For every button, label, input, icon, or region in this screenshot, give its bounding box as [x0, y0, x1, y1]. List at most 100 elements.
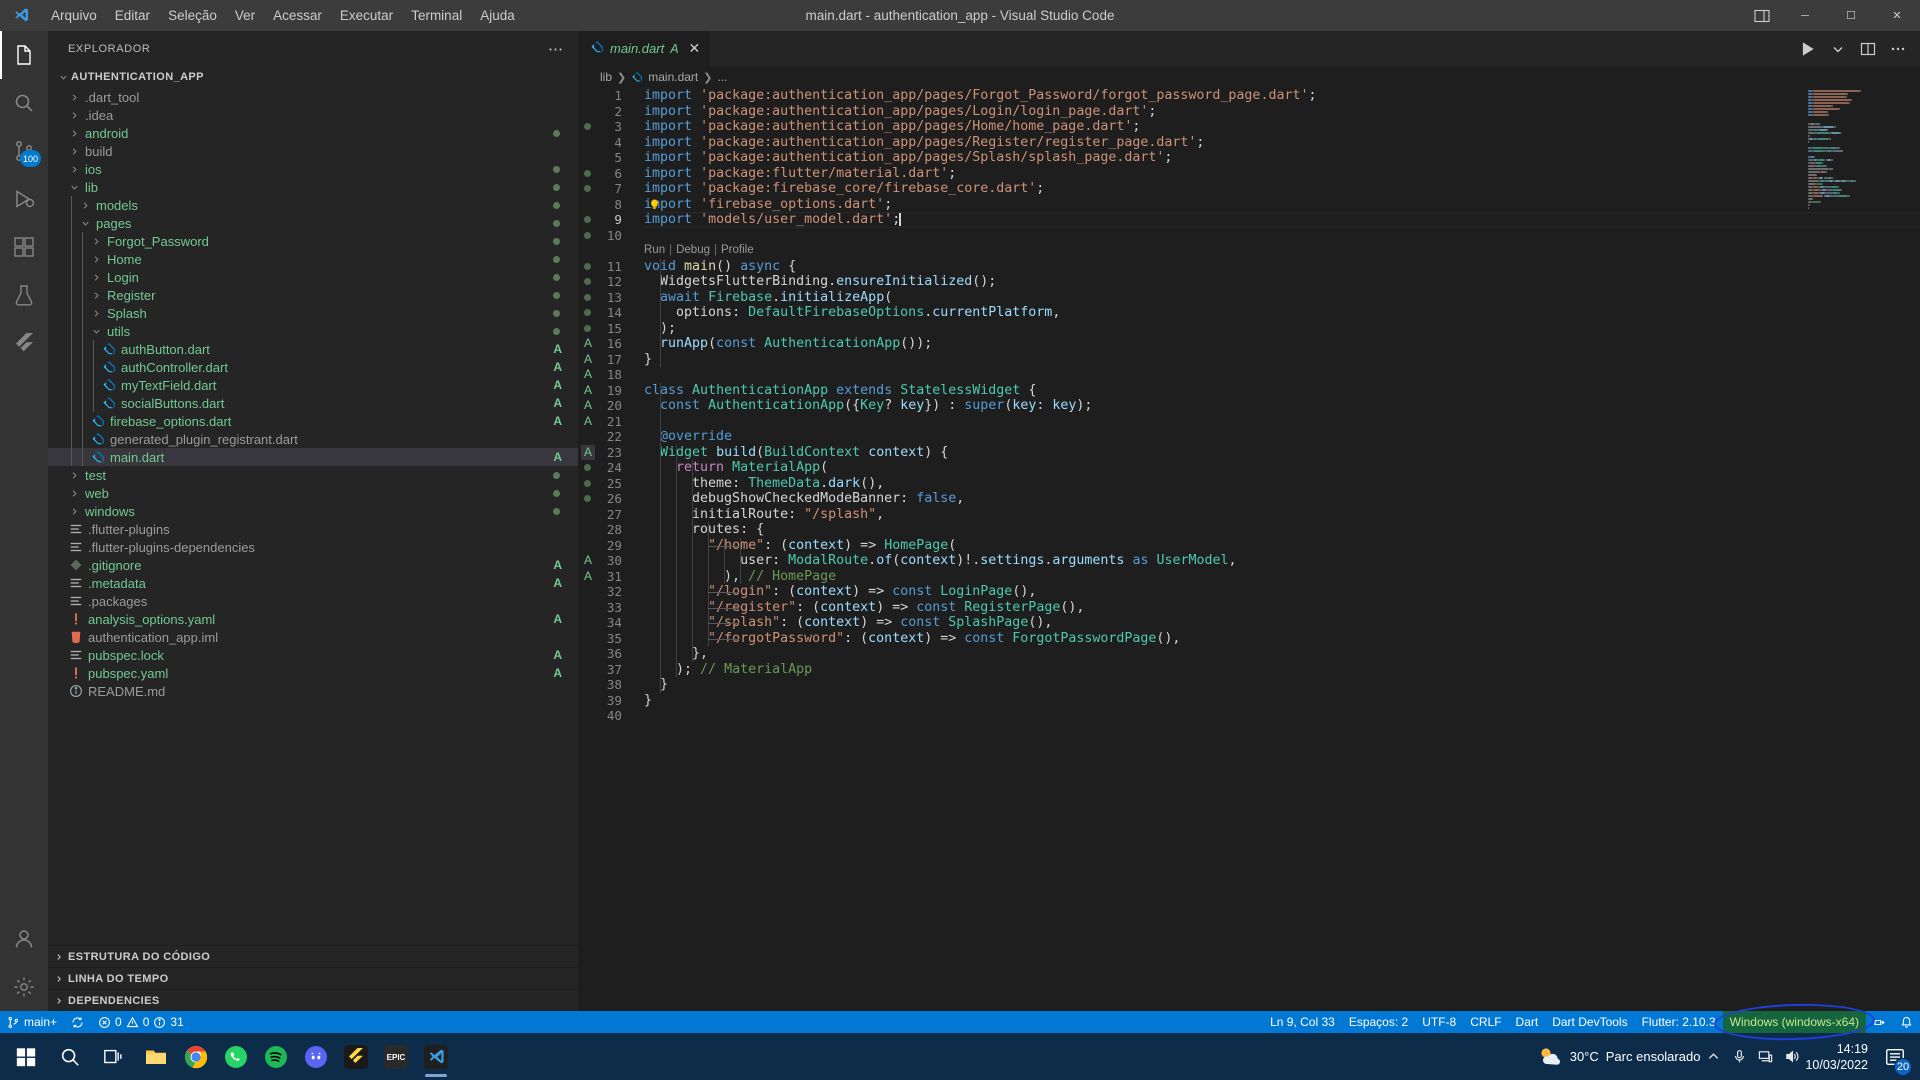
activity-settings-gear-icon[interactable]: [0, 963, 48, 1011]
file-tree[interactable]: AUTHENTICATION_APP .dart_tool .idea androi…: [48, 66, 578, 945]
code-line[interactable]: 10: [598, 228, 1920, 244]
status-branch[interactable]: main+: [0, 1011, 64, 1033]
tree-file-metadata[interactable]: .metadata A: [48, 574, 578, 592]
breadcrumb-folder[interactable]: lib: [600, 70, 612, 84]
code-line[interactable]: 8 import 'firebase_options.dart';: [598, 197, 1920, 213]
code-line[interactable]: 39}: [598, 693, 1920, 709]
code-content[interactable]: 1 import 'package:authentication_app/page…: [598, 88, 1920, 724]
taskbar-app-spotify[interactable]: [256, 1033, 296, 1080]
activity-bar[interactable]: 100: [0, 31, 48, 1011]
taskbar-app-google-chrome[interactable]: [176, 1033, 216, 1080]
tree-file-authentication-app-iml[interactable]: authentication_app.iml: [48, 628, 578, 646]
taskbar-app-whatsapp[interactable]: [216, 1033, 256, 1080]
lightbulb-quickfix-icon[interactable]: [648, 198, 661, 211]
chevron-right-icon[interactable]: [89, 236, 104, 247]
tree-folder-register[interactable]: Register: [48, 286, 578, 304]
split-editor-right-icon[interactable]: [1854, 31, 1882, 66]
tree-folder-android[interactable]: android: [48, 124, 578, 142]
tree-folder-pages[interactable]: pages: [48, 214, 578, 232]
activity-flutter[interactable]: [0, 319, 48, 367]
explorer-more-actions-icon[interactable]: ⋯: [544, 40, 568, 58]
code-line[interactable]: 11 void main() async {: [598, 259, 1920, 275]
code-line[interactable]: 9 import 'models/user_model.dart';: [598, 212, 1920, 228]
tree-folder-home[interactable]: Home: [48, 250, 578, 268]
tree-file-main-dart[interactable]: main.dart A: [48, 448, 578, 466]
chevron-down-icon[interactable]: [1824, 31, 1852, 66]
menu-arquivo[interactable]: Arquivo: [42, 4, 106, 27]
status-dart-devtools[interactable]: Dart DevTools: [1545, 1011, 1634, 1033]
status-encoding[interactable]: UTF-8: [1415, 1011, 1463, 1033]
status-language-mode[interactable]: Dart: [1509, 1011, 1546, 1033]
taskbar-app-flutter[interactable]: [336, 1033, 376, 1080]
editor-tabs[interactable]: main.dart A ✕: [578, 31, 1920, 66]
code-line[interactable]: 32 "/login": (context) => const LoginPag…: [598, 584, 1920, 600]
status-cursor-position[interactable]: Ln 9, Col 33: [1263, 1011, 1342, 1033]
codelens-run-debug-profile[interactable]: Run | Debug | Profile: [598, 243, 1920, 259]
tree-file-pubspec-yaml[interactable]: pubspec.yaml A: [48, 664, 578, 682]
panel-dependencies[interactable]: DEPENDENCIES: [48, 989, 578, 1011]
code-line[interactable]: 18: [598, 367, 1920, 383]
taskbar-app-file-explorer[interactable]: [136, 1033, 176, 1080]
status-flutter-device[interactable]: Windows (windows-x64): [1722, 1011, 1866, 1033]
code-scroll-area[interactable]: 1 import 'package:authentication_app/page…: [598, 88, 1920, 1011]
editor-actions[interactable]: [1786, 31, 1920, 66]
tree-file-firebase-options-dart[interactable]: firebase_options.dart A: [48, 412, 578, 430]
system-tray[interactable]: [1706, 1049, 1799, 1064]
code-line[interactable]: 28 routes: {: [598, 522, 1920, 538]
code-line[interactable]: 22 @override: [598, 429, 1920, 445]
customize-layout-icon[interactable]: [1742, 0, 1782, 31]
tree-file-generated-plugin-registrant-dart[interactable]: generated_plugin_registrant.dart: [48, 430, 578, 448]
menu-ver[interactable]: Ver: [226, 4, 264, 27]
chevron-down-icon[interactable]: [67, 182, 82, 193]
chevron-right-icon[interactable]: [67, 146, 82, 157]
taskbar-app-epic-games[interactable]: EPIC: [376, 1033, 416, 1080]
tree-folder-windows[interactable]: windows: [48, 502, 578, 520]
activity-testing[interactable]: [0, 271, 48, 319]
tree-file-analysis-options-yaml[interactable]: analysis_options.yaml A: [48, 610, 578, 628]
code-line[interactable]: 4 import 'package:authentication_app/page…: [598, 135, 1920, 151]
menu-ajuda[interactable]: Ajuda: [471, 4, 524, 27]
code-line[interactable]: 26 debugShowCheckedModeBanner: false,: [598, 491, 1920, 507]
panel-timeline[interactable]: LINHA DO TEMPO: [48, 967, 578, 989]
task-view-icon[interactable]: [92, 1033, 136, 1080]
tree-file-packages[interactable]: .packages: [48, 592, 578, 610]
windows-taskbar[interactable]: EPIC 30°C Parc ensolarado 14:19 10/03/20…: [0, 1033, 1920, 1080]
chevron-right-icon[interactable]: [89, 290, 104, 301]
tree-folder-utils[interactable]: utils: [48, 322, 578, 340]
chevron-down-icon[interactable]: [78, 218, 93, 229]
code-line[interactable]: 27 initialRoute: "/splash",: [598, 507, 1920, 523]
taskbar-search-icon[interactable]: [48, 1033, 92, 1080]
code-line[interactable]: 17}: [598, 352, 1920, 368]
editor-vertical-scrollbar[interactable]: [1906, 88, 1920, 1011]
tree-file-pubspec-lock[interactable]: pubspec.lock A: [48, 646, 578, 664]
taskbar-weather-widget[interactable]: 30°C Parc ensolarado: [1537, 1044, 1700, 1070]
code-line[interactable]: 29 "/home": (context) => HomePage(: [598, 538, 1920, 554]
tree-file-mytextfield-dart[interactable]: myTextField.dart A: [48, 376, 578, 394]
chevron-right-icon[interactable]: [67, 164, 82, 175]
chevron-right-icon[interactable]: [67, 488, 82, 499]
activity-explorer[interactable]: [0, 31, 48, 79]
code-line[interactable]: 7 import 'package:firebase_core/firebase_…: [598, 181, 1920, 197]
menu-bar[interactable]: Arquivo Editar Seleção Ver Acessar Execu…: [42, 4, 524, 27]
code-line[interactable]: 5 import 'package:authentication_app/page…: [598, 150, 1920, 166]
code-line[interactable]: 33 "/register": (context) => const Regis…: [598, 600, 1920, 616]
tree-file-gitignore[interactable]: .gitignore A: [48, 556, 578, 574]
minimize-button[interactable]: ─: [1782, 0, 1828, 31]
breadcrumb-file[interactable]: main.dart: [648, 70, 698, 84]
status-indentation[interactable]: Espaços: 2: [1342, 1011, 1415, 1033]
chevron-down-icon[interactable]: [89, 326, 104, 337]
code-line[interactable]: 19 class AuthenticationApp extends Statel…: [598, 383, 1920, 399]
menu-acessar[interactable]: Acessar: [264, 4, 331, 27]
panel-outline[interactable]: ESTRUTURA DO CÓDIGO: [48, 945, 578, 967]
maximize-button[interactable]: ☐: [1828, 0, 1874, 31]
code-line[interactable]: 40: [598, 708, 1920, 724]
status-eol[interactable]: CRLF: [1463, 1011, 1508, 1033]
status-problems[interactable]: 0 0 31: [91, 1011, 191, 1033]
code-line[interactable]: 20 const AuthenticationApp({Key? key}) :…: [598, 398, 1920, 414]
status-notifications[interactable]: [1893, 1011, 1920, 1033]
tree-file-flutter-plugins-dependencies[interactable]: .flutter-plugins-dependencies: [48, 538, 578, 556]
tree-folder-forgot-password[interactable]: Forgot_Password: [48, 232, 578, 250]
tree-folder-lib[interactable]: lib: [48, 178, 578, 196]
tab-close-icon[interactable]: ✕: [689, 40, 701, 57]
chevron-right-icon[interactable]: [89, 272, 104, 283]
